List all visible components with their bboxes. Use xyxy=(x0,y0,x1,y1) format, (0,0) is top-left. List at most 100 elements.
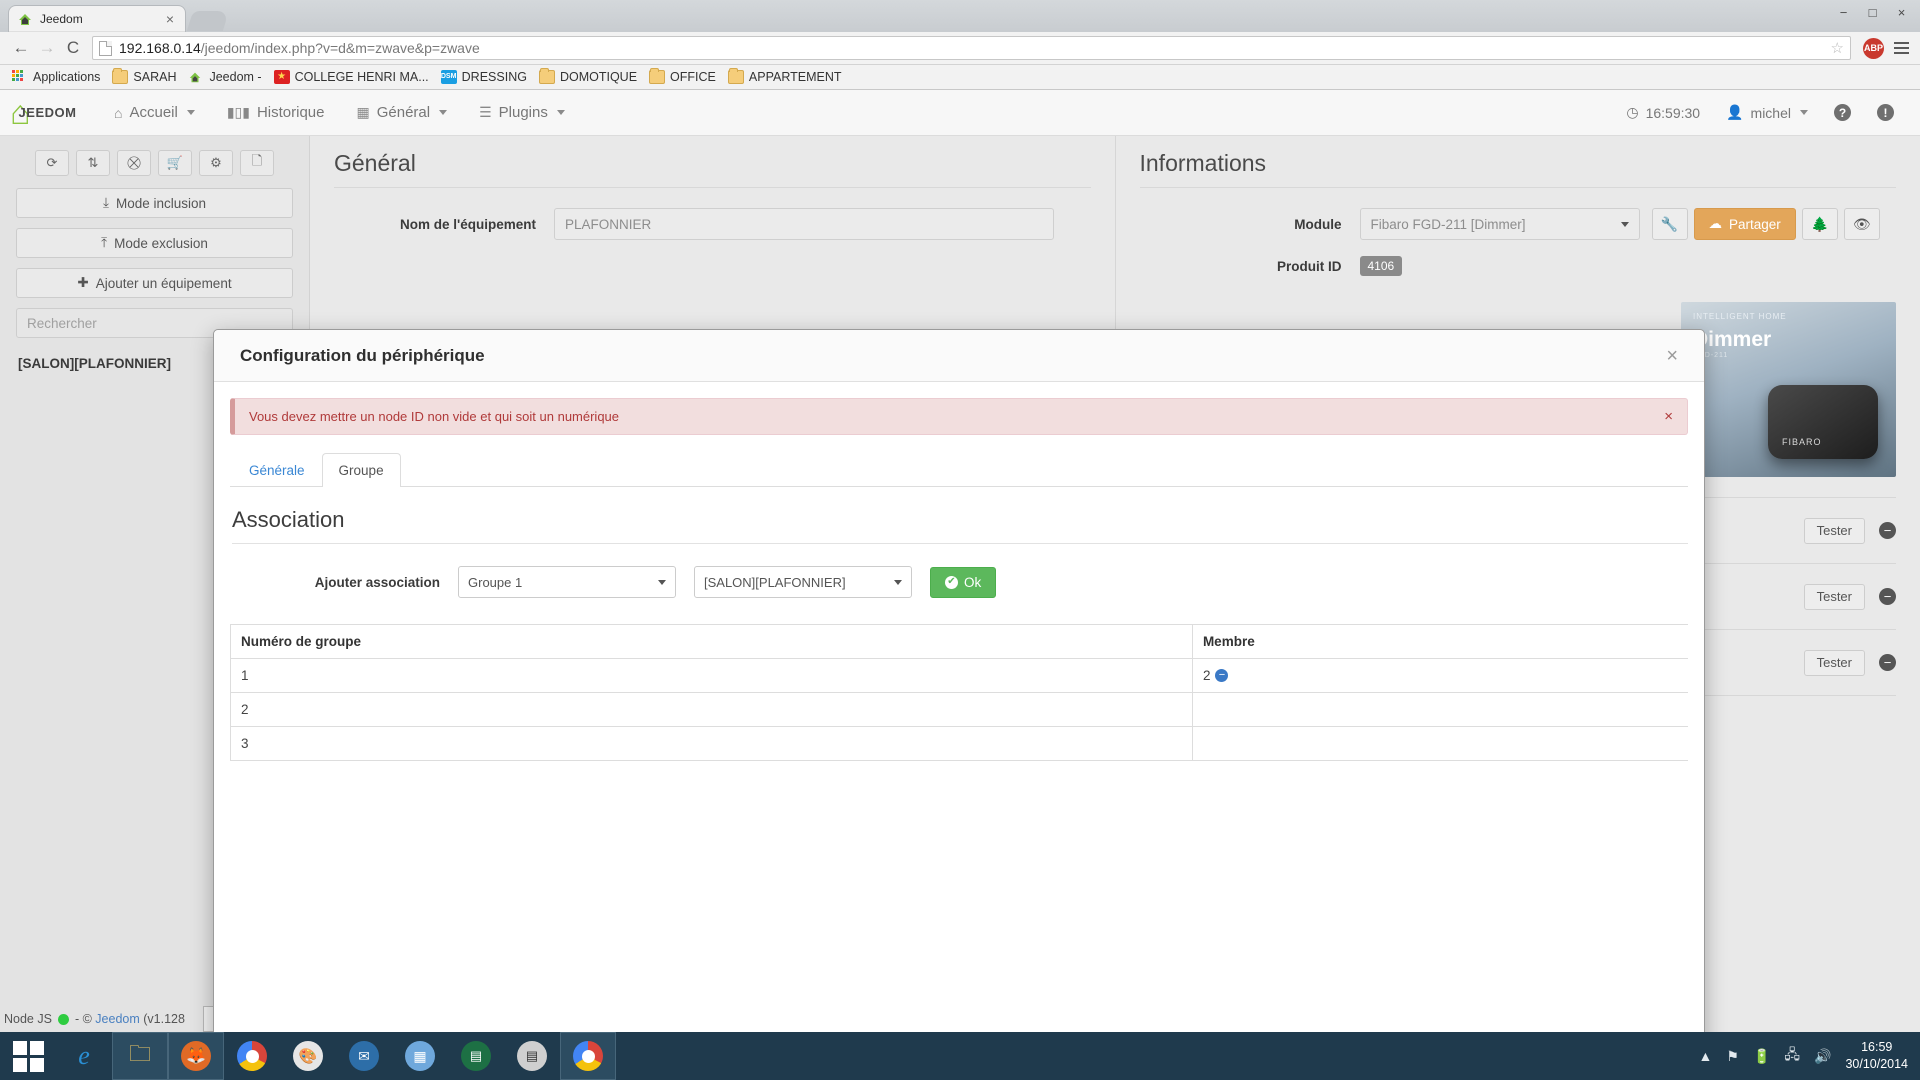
add-association-label: Ajouter association xyxy=(314,574,440,590)
close-icon[interactable]: × xyxy=(1666,346,1678,366)
taskbar-calculator[interactable]: ▦ xyxy=(392,1032,448,1080)
taskbar-clock[interactable]: 16:59 30/10/2014 xyxy=(1845,1039,1908,1073)
adblock-icon[interactable]: ABP xyxy=(1863,37,1884,59)
file-explorer-icon: 🗀 xyxy=(128,1041,151,1066)
bookmark-label: OFFICE xyxy=(670,70,716,84)
bookmark-dressing[interactable]: DSM DRESSING xyxy=(435,68,533,86)
cell-group-number: 2 xyxy=(230,692,1193,727)
folder-icon xyxy=(649,68,666,84)
table-row: 2 xyxy=(230,692,1688,727)
clock-time: 16:59 xyxy=(1861,1040,1893,1055)
folder-icon xyxy=(538,68,555,84)
folder-icon xyxy=(727,68,744,84)
taskbar-firefox[interactable]: 🦊 xyxy=(168,1032,224,1080)
member-select[interactable]: [SALON][PLAFONNIER] xyxy=(694,566,912,598)
chrome-icon xyxy=(573,1041,603,1071)
bookmark-applications[interactable]: Applications xyxy=(6,68,106,86)
thunderbird-icon: ✉ xyxy=(349,1041,379,1071)
remove-member-icon[interactable]: − xyxy=(1215,669,1229,682)
modal-header: Configuration du périphérique × xyxy=(214,330,1704,382)
tab-groupe[interactable]: Groupe xyxy=(321,453,401,487)
firefox-icon: 🦊 xyxy=(181,1041,211,1071)
window-maximize-button[interactable]: □ xyxy=(1858,2,1887,22)
bookmark-office[interactable]: OFFICE xyxy=(643,68,722,86)
new-tab-button[interactable] xyxy=(186,11,230,31)
error-alert: Vous devez mettre un node ID non vide et… xyxy=(230,398,1688,435)
tray-volume-icon[interactable]: 🔊 xyxy=(1814,1048,1831,1065)
alert-close-icon[interactable]: × xyxy=(1664,409,1673,424)
address-bar[interactable]: 192.168.0.14/jeedom/index.php?v=d&m=zwav… xyxy=(92,36,1851,60)
taskbar-putty[interactable]: ▤ xyxy=(504,1032,560,1080)
member-value: 2 xyxy=(1202,668,1211,683)
clock-date: 30/10/2014 xyxy=(1845,1057,1908,1071)
table-row: 3 xyxy=(230,726,1688,761)
apps-grid-icon xyxy=(12,70,28,84)
taskbar-thunderbird[interactable]: ✉ xyxy=(336,1032,392,1080)
tab-generale[interactable]: Générale xyxy=(232,453,322,487)
cell-member xyxy=(1192,726,1688,761)
tab-close-icon[interactable]: × xyxy=(163,12,177,26)
back-icon[interactable]: ← xyxy=(8,35,34,61)
bookmark-label: DOMOTIQUE xyxy=(559,70,638,84)
ok-label: Ok xyxy=(964,574,982,590)
taskbar-chrome-window[interactable] xyxy=(560,1032,616,1080)
tray-battery-icon[interactable]: 🔋 xyxy=(1753,1048,1770,1065)
column-header-group: Numéro de groupe xyxy=(230,624,1193,659)
association-table: Numéro de groupe Membre 1 2 − 2 3 xyxy=(230,624,1688,761)
window-minimize-button[interactable]: − xyxy=(1829,2,1858,22)
group-select[interactable]: Groupe 1 xyxy=(458,566,676,598)
tray-network-icon[interactable]: 🖧 xyxy=(1784,1044,1800,1068)
dsm-icon: DSM xyxy=(440,70,457,84)
window-close-button[interactable]: × xyxy=(1887,2,1916,22)
windows-logo-icon xyxy=(12,1040,44,1072)
alert-message: Vous devez mettre un node ID non vide et… xyxy=(249,409,620,424)
taskbar-chrome[interactable] xyxy=(224,1032,280,1080)
member-select-value: [SALON][PLAFONNIER] xyxy=(704,574,846,590)
cell-group-number: 1 xyxy=(230,658,1193,693)
bookmark-label: Applications xyxy=(33,70,101,84)
window-controls: − □ × xyxy=(1829,2,1916,22)
chrome-menu-icon[interactable] xyxy=(1890,42,1912,54)
modal-overlay: Configuration du périphérique × Vous dev… xyxy=(0,90,1920,1032)
chevron-down-icon xyxy=(658,579,666,585)
table-header-row: Numéro de groupe Membre xyxy=(230,624,1688,659)
bookmark-label: Jeedom - xyxy=(209,70,262,84)
windows-taskbar: e 🗀 🦊 🎨 ✉ ▦ ▤ ▤ ▲ ⚑ 🔋 🖧 🔊 16:59 30/10/20… xyxy=(0,1032,1920,1080)
url-path: /jeedom/index.php?v=d&m=zwave&p=zwave xyxy=(200,40,480,56)
cell-member: 2 − xyxy=(1192,658,1688,693)
cell-group-number: 3 xyxy=(230,726,1193,761)
bookmark-label: SARAH xyxy=(133,70,177,84)
start-button[interactable] xyxy=(0,1032,56,1080)
modal-tabs: Générale Groupe xyxy=(230,453,1688,487)
calculator-icon: ▦ xyxy=(405,1041,435,1071)
bookmark-label: COLLEGE HENRI MA... xyxy=(294,70,429,84)
bookmark-sarah[interactable]: SARAH xyxy=(106,68,182,86)
tray-expand-icon[interactable]: ▲ xyxy=(1699,1048,1713,1064)
taskbar-excel[interactable]: ▤ xyxy=(448,1032,504,1080)
reload-icon[interactable]: C xyxy=(60,35,86,61)
paint-icon: 🎨 xyxy=(293,1041,323,1071)
internet-explorer-icon: e xyxy=(78,1041,90,1070)
system-tray: ▲ ⚑ 🔋 🖧 🔊 16:59 30/10/2014 xyxy=(1699,1039,1920,1073)
association-title: Association xyxy=(232,507,1688,544)
bookmark-jeedom[interactable]: Jeedom - xyxy=(182,68,267,86)
taskbar-internet-explorer[interactable]: e xyxy=(56,1032,112,1080)
modal-body: Vous devez mettre un node ID non vide et… xyxy=(214,382,1704,1032)
bookmark-college[interactable]: COLLEGE HENRI MA... xyxy=(268,68,435,86)
chevron-down-icon xyxy=(894,579,902,585)
bookmark-appartement[interactable]: APPARTEMENT xyxy=(722,68,848,86)
ok-button[interactable]: ✔ Ok xyxy=(930,566,997,598)
browser-toolbar: ← → C 192.168.0.14/jeedom/index.php?v=d&… xyxy=(0,32,1920,65)
taskbar-paint[interactable]: 🎨 xyxy=(280,1032,336,1080)
browser-tab[interactable]: Jeedom × xyxy=(8,5,186,32)
college-icon xyxy=(273,70,290,84)
jeedom-favicon xyxy=(17,11,33,27)
forward-icon[interactable]: → xyxy=(34,35,60,61)
tray-flag-icon[interactable]: ⚑ xyxy=(1726,1048,1739,1065)
tab-strip: Jeedom × − □ × xyxy=(0,0,1920,32)
excel-icon: ▤ xyxy=(461,1041,491,1071)
jeedom-icon xyxy=(188,70,204,84)
taskbar-file-explorer[interactable]: 🗀 xyxy=(112,1032,168,1080)
bookmark-star-icon[interactable]: ☆ xyxy=(1831,39,1844,57)
bookmark-domotique[interactable]: DOMOTIQUE xyxy=(533,68,643,86)
